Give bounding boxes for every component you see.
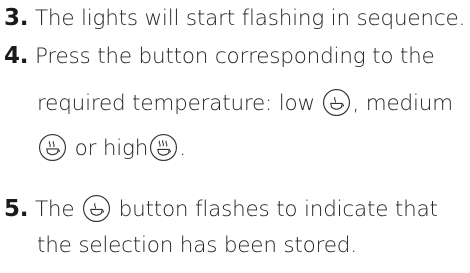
cup-high-temperature-icon <box>149 133 178 162</box>
cup-medium-temperature-icon <box>38 133 67 162</box>
cup-low-temperature-icon <box>82 194 111 223</box>
step-5-line-1: 5. The button flashes to indicate that <box>4 194 438 225</box>
step-3-text: The lights will start flashing in sequen… <box>28 6 466 31</box>
step-4-line-1: 4. Press the button corresponding to the <box>4 41 435 72</box>
step-4-number: 4. <box>4 43 29 69</box>
step-4-line-2: required temperature: low , medium <box>37 88 453 119</box>
step-5-number: 5. <box>4 196 29 222</box>
cup-low-temperature-icon <box>322 88 351 117</box>
step-5-text-line-2: the selection has been stored. <box>37 233 357 258</box>
step-4-line-3: or high . <box>37 133 186 164</box>
step-3-number: 3. <box>4 5 29 31</box>
step-4-text-line-2: required temperature: low <box>37 91 322 116</box>
instruction-page: 3. The lights will start flashing in seq… <box>0 0 470 273</box>
step-5-text-after-icon: button flashes to indicate that <box>112 197 438 222</box>
step-4-text-after-medium: or high <box>68 136 149 161</box>
step-3-line-1: 3. The lights will start flashing in seq… <box>4 3 465 34</box>
step-4-text-end: . <box>179 136 186 161</box>
step-5-line-2: the selection has been stored. <box>37 231 357 261</box>
step-5-text-before-icon: The <box>28 197 81 222</box>
step-4-text-after-low: , medium <box>352 91 453 116</box>
step-4-text-line-1: Press the button corresponding to the <box>28 44 435 69</box>
